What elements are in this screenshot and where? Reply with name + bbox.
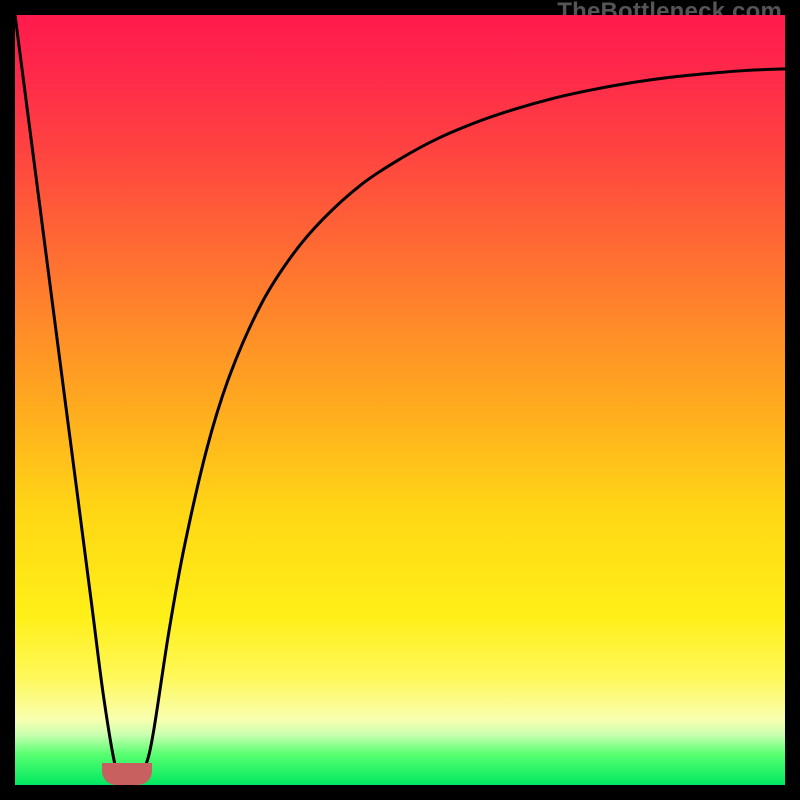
chart-frame xyxy=(15,15,785,785)
chart-curve xyxy=(15,15,785,780)
chart-plot xyxy=(15,15,785,785)
chart-minimum-marker xyxy=(102,763,152,785)
